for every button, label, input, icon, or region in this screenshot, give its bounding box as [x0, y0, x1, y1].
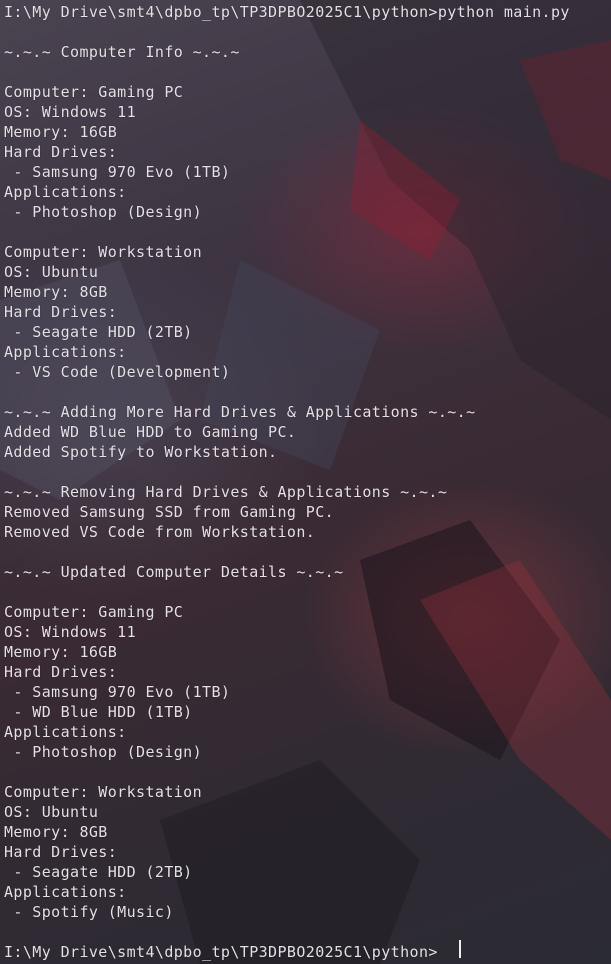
- terminal-line: Computer: Workstation: [4, 783, 203, 801]
- terminal-window[interactable]: I:\My Drive\smt4\dpbo_tp\TP3DPBO2025C1\p…: [4, 2, 609, 962]
- terminal-line: - Spotify (Music): [4, 903, 174, 921]
- terminal-line: Applications:: [4, 883, 127, 901]
- terminal-line: Memory: 8GB: [4, 283, 108, 301]
- terminal-line: Computer: Workstation: [4, 243, 203, 261]
- terminal-line: Memory: 16GB: [4, 123, 118, 141]
- terminal-line: - WD Blue HDD (1TB): [4, 703, 193, 721]
- terminal-line: OS: Ubuntu: [4, 263, 99, 281]
- terminal-line: ~.~.~ Computer Info ~.~.~: [4, 43, 240, 61]
- terminal-line: - Seagate HDD (2TB): [4, 863, 193, 881]
- terminal-line: OS: Windows 11: [4, 103, 137, 121]
- terminal-line: Applications:: [4, 723, 127, 741]
- terminal-line: - Samsung 970 Evo (1TB): [4, 683, 231, 701]
- terminal-line: ~.~.~ Updated Computer Details ~.~.~: [4, 563, 344, 581]
- terminal-line: ~.~.~ Adding More Hard Drives & Applicat…: [4, 403, 476, 421]
- terminal-line: Memory: 8GB: [4, 823, 108, 841]
- terminal-line: - Samsung 970 Evo (1TB): [4, 163, 231, 181]
- terminal-line: Removed VS Code from Workstation.: [4, 523, 316, 541]
- terminal-line: Added WD Blue HDD to Gaming PC.: [4, 423, 297, 441]
- terminal-line: Applications:: [4, 343, 127, 361]
- terminal-line: Applications:: [4, 183, 127, 201]
- terminal-line: OS: Windows 11: [4, 623, 137, 641]
- terminal-line: - Photoshop (Design): [4, 743, 203, 761]
- terminal-line: Removed Samsung SSD from Gaming PC.: [4, 503, 335, 521]
- terminal-line: I:\My Drive\smt4\dpbo_tp\TP3DPBO2025C1\p…: [4, 3, 570, 21]
- terminal-line: ~.~.~ Removing Hard Drives & Application…: [4, 483, 448, 501]
- terminal-line: Computer: Gaming PC: [4, 83, 184, 101]
- terminal-line: OS: Ubuntu: [4, 803, 99, 821]
- terminal-line: Hard Drives:: [4, 143, 118, 161]
- terminal-line: Computer: Gaming PC: [4, 603, 184, 621]
- terminal-line: - Photoshop (Design): [4, 203, 203, 221]
- text-cursor: [459, 940, 461, 958]
- terminal-line: Hard Drives:: [4, 303, 118, 321]
- terminal-line: Hard Drives:: [4, 843, 118, 861]
- terminal-line: Added Spotify to Workstation.: [4, 443, 278, 461]
- terminal-line: I:\My Drive\smt4\dpbo_tp\TP3DPBO2025C1\p…: [4, 943, 438, 961]
- terminal-line: Hard Drives:: [4, 663, 118, 681]
- terminal-line: - VS Code (Development): [4, 363, 231, 381]
- terminal-line: Memory: 16GB: [4, 643, 118, 661]
- terminal-line: - Seagate HDD (2TB): [4, 323, 193, 341]
